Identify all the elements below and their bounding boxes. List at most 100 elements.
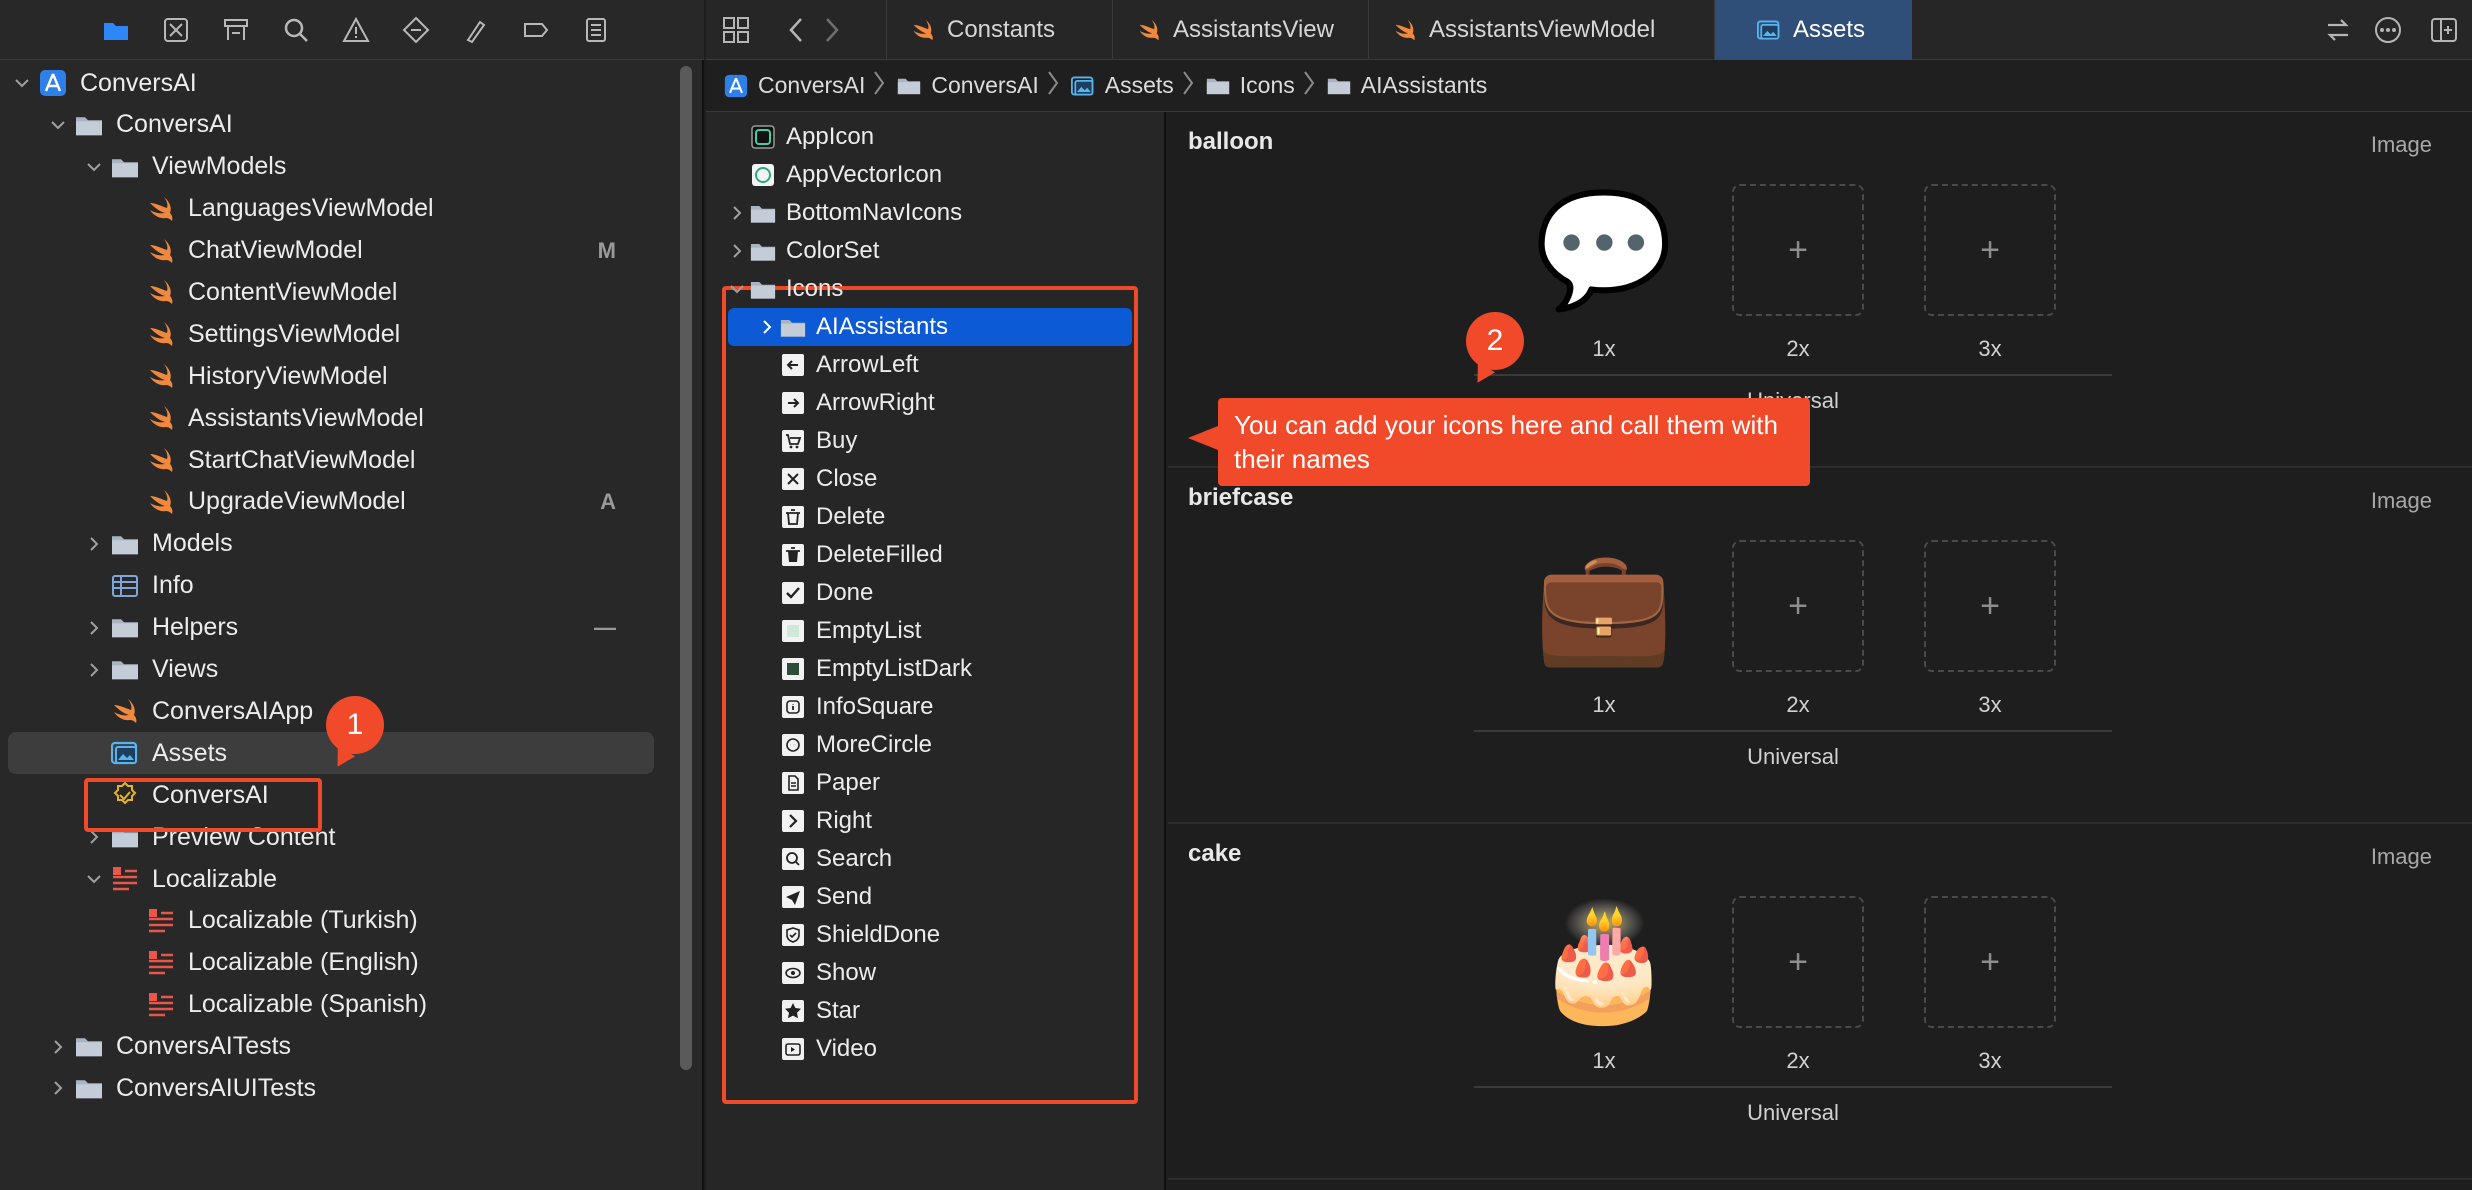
breadcrumb-aiassistants-4[interactable]: AIAssistants xyxy=(1325,72,1487,99)
tree-item-label: Localizable (Spanish) xyxy=(188,990,428,1019)
warning-icon[interactable] xyxy=(326,0,386,60)
tree-item-localizable-spanish-22[interactable]: Localizable (Spanish) xyxy=(0,984,680,1026)
asset-item-close[interactable]: Close xyxy=(754,460,1134,498)
tree-item-chatviewmodel-4[interactable]: ChatViewModel M xyxy=(0,230,680,272)
grid-icon[interactable] xyxy=(720,14,752,46)
tree-item-views-14[interactable]: Views xyxy=(0,649,680,691)
empty-slot-3x[interactable]: + xyxy=(1924,184,2056,316)
split-editor-icon[interactable] xyxy=(2428,14,2460,46)
image-set-cake[interactable]: cake Image 🎂 1x +2x +3x Universal xyxy=(1168,824,2472,1180)
asset-item-appvectoricon[interactable]: AppVectorIcon xyxy=(724,156,1104,194)
disclosure-chevron-icon[interactable] xyxy=(80,530,108,558)
tree-item-info-12[interactable]: Info xyxy=(0,565,680,607)
tree-item-models-11[interactable]: Models xyxy=(0,523,680,565)
asset-item-arrowright[interactable]: ArrowRight xyxy=(754,384,1134,422)
tree-item-label: Views xyxy=(152,655,219,684)
asset-item-infosquare[interactable]: InfoSquare xyxy=(754,688,1134,726)
tree-item-helpers-13[interactable]: Helpers — xyxy=(0,607,680,649)
asset-item-label: ShieldDone xyxy=(816,921,941,948)
disclosure-chevron-icon[interactable] xyxy=(724,243,750,259)
asset-item-icons[interactable]: Icons xyxy=(724,270,1104,308)
image-slot-1x[interactable]: 💼 xyxy=(1534,540,1673,672)
swap-icon[interactable] xyxy=(2322,14,2354,46)
asset-item-emptylist[interactable]: EmptyList xyxy=(754,612,1134,650)
empty-slot-3x[interactable]: + xyxy=(1924,540,2056,672)
asset-item-delete[interactable]: Delete xyxy=(754,498,1134,536)
strings-icon xyxy=(108,864,142,894)
disclosure-chevron-icon[interactable] xyxy=(724,205,750,221)
tree-item-label: SettingsViewModel xyxy=(188,319,401,348)
tree-item-upgradeviewmodel-10[interactable]: UpgradeViewModel A xyxy=(0,481,680,523)
symbol-icon[interactable] xyxy=(206,0,266,60)
disclosure-chevron-icon[interactable] xyxy=(44,111,72,139)
search-icon[interactable] xyxy=(266,0,326,60)
report-icon[interactable] xyxy=(566,0,626,60)
asset-item-bottomnavicons[interactable]: BottomNavIcons xyxy=(724,194,1104,232)
disclosure-chevron-icon[interactable] xyxy=(80,865,108,893)
asset-item-morecircle[interactable]: MoreCircle xyxy=(754,726,1134,764)
asset-item-shielddone[interactable]: ShieldDone xyxy=(754,916,1134,954)
asset-item-star[interactable]: Star xyxy=(754,992,1134,1030)
breadcrumb-assets-2[interactable]: Assets xyxy=(1069,72,1174,99)
tree-item-conversaitests-23[interactable]: ConversAITests xyxy=(0,1026,680,1068)
asset-item-done[interactable]: Done xyxy=(754,574,1134,612)
tree-item-localizable-english-21[interactable]: Localizable (English) xyxy=(0,942,680,984)
breakpoint-icon[interactable] xyxy=(506,0,566,60)
tree-item-conversaiuitests-24[interactable]: ConversAIUITests xyxy=(0,1067,680,1109)
asset-item-right[interactable]: Right xyxy=(754,802,1134,840)
tree-item-localizable-turkish-20[interactable]: Localizable (Turkish) xyxy=(0,900,680,942)
disclosure-chevron-icon[interactable] xyxy=(724,281,750,297)
more-icon[interactable] xyxy=(2372,14,2404,46)
empty-slot-2x[interactable]: + xyxy=(1732,540,1864,672)
image-slot-1x[interactable]: 💬 xyxy=(1534,184,1673,316)
asset-item-buy[interactable]: Buy xyxy=(754,422,1134,460)
tree-item-contentviewmodel-5[interactable]: ContentViewModel xyxy=(0,271,680,313)
folder-icon[interactable] xyxy=(86,0,146,60)
tree-item-conversai-0[interactable]: ConversAI xyxy=(0,62,680,104)
asset-item-search[interactable]: Search xyxy=(754,840,1134,878)
tree-item-historyviewmodel-7[interactable]: HistoryViewModel xyxy=(0,355,680,397)
asset-item-appicon[interactable]: AppIcon xyxy=(724,118,1104,156)
disclosure-chevron-icon[interactable] xyxy=(80,614,108,642)
asset-item-video[interactable]: Video xyxy=(754,1030,1134,1068)
image-set-briefcase[interactable]: briefcase Image 💼 1x +2x +3x Universal xyxy=(1168,468,2472,824)
disclosure-chevron-icon[interactable] xyxy=(80,656,108,684)
empty-slot-2x[interactable]: + xyxy=(1732,184,1864,316)
tree-item-settingsviewmodel-6[interactable]: SettingsViewModel xyxy=(0,313,680,355)
asset-item-emptylistdark[interactable]: EmptyListDark xyxy=(754,650,1134,688)
asset-item-arrowleft[interactable]: ArrowLeft xyxy=(754,346,1134,384)
disclosure-chevron-icon[interactable] xyxy=(44,1074,72,1102)
debug-icon[interactable] xyxy=(446,0,506,60)
test-icon[interactable] xyxy=(386,0,446,60)
back-chevron-icon[interactable] xyxy=(780,14,812,46)
disclosure-chevron-icon[interactable] xyxy=(80,153,108,181)
asset-item-paper[interactable]: Paper xyxy=(754,764,1134,802)
breadcrumb-conversai-1[interactable]: ConversAI xyxy=(895,72,1039,99)
tree-item-conversai-1[interactable]: ConversAI xyxy=(0,104,680,146)
tab-assistantsviewmodel[interactable]: AssistantsViewModel xyxy=(1368,0,1714,60)
disclosure-chevron-icon[interactable] xyxy=(754,319,780,335)
asset-item-deletefilled[interactable]: DeleteFilled xyxy=(754,536,1134,574)
tree-item-startchatviewmodel-9[interactable]: StartChatViewModel xyxy=(0,439,680,481)
asset-item-show[interactable]: Show xyxy=(754,954,1134,992)
tree-item-localizable-19[interactable]: Localizable xyxy=(0,858,680,900)
disclosure-chevron-icon[interactable] xyxy=(44,1033,72,1061)
source-control-icon[interactable] xyxy=(146,0,206,60)
tree-item-languagesviewmodel-3[interactable]: LanguagesViewModel xyxy=(0,188,680,230)
image-slot-1x[interactable]: 🎂 xyxy=(1534,896,1673,1028)
breadcrumb-icons-3[interactable]: Icons xyxy=(1204,72,1295,99)
asset-item-colorset[interactable]: ColorSet xyxy=(724,232,1104,270)
forward-chevron-icon[interactable] xyxy=(816,14,848,46)
tab-constants[interactable]: Constants xyxy=(886,0,1112,60)
asset-item-send[interactable]: Send xyxy=(754,878,1134,916)
breadcrumb-conversai-0[interactable]: ConversAI xyxy=(722,72,865,99)
tree-item-assistantsviewmodel-8[interactable]: AssistantsViewModel xyxy=(0,397,680,439)
navigator-scrollbar[interactable] xyxy=(680,66,692,1070)
empty-slot-2x[interactable]: + xyxy=(1732,896,1864,1028)
tab-assets[interactable]: Assets xyxy=(1714,0,1912,60)
asset-item-aiassistants[interactable]: AIAssistants xyxy=(728,308,1132,346)
tab-assistantsview[interactable]: AssistantsView xyxy=(1112,0,1368,60)
empty-slot-3x[interactable]: + xyxy=(1924,896,2056,1028)
disclosure-chevron-icon[interactable] xyxy=(8,69,36,97)
tree-item-viewmodels-2[interactable]: ViewModels xyxy=(0,146,680,188)
